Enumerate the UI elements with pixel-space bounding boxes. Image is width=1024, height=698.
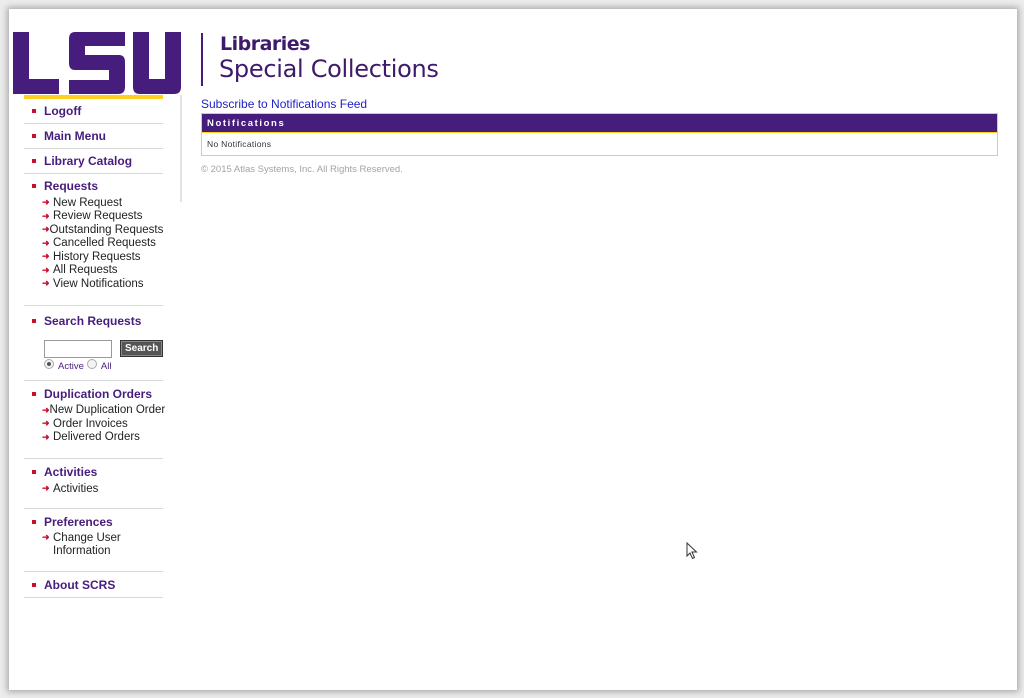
notifications-panel: Notifications No Notifications	[201, 113, 998, 156]
arrow-right-icon: ➜	[42, 531, 50, 542]
arrow-right-icon: ➜	[42, 264, 50, 275]
sub-item-label: Cancelled Requests	[53, 237, 156, 250]
sidebar-item-library-catalog[interactable]: Library Catalog	[24, 154, 163, 168]
search-button[interactable]: Search	[120, 340, 164, 357]
arrow-right-icon: ➜	[42, 431, 50, 442]
sidebar-section-duplication-orders: Duplication Orders ➜ New Duplication Orde…	[24, 381, 166, 459]
radio-active[interactable]	[44, 359, 54, 369]
sub-item-label: Change User Information	[53, 531, 121, 558]
arrow-right-icon: ➜	[42, 278, 50, 289]
sidebar-item-search-requests[interactable]: Search Requests	[24, 314, 163, 328]
sidebar-section-library-catalog: Library Catalog	[24, 149, 163, 174]
sidebar-section-about: About SCRS	[24, 572, 163, 598]
sidebar-item-about-scrs[interactable]: About SCRS	[24, 578, 163, 592]
sidebar-divider	[180, 95, 182, 202]
arrow-right-icon: ➜	[42, 251, 50, 262]
lsu-logo-mark	[13, 32, 181, 94]
logo-special-collections-text: Special Collections	[219, 55, 439, 83]
sidebar-item-label: About SCRS	[44, 577, 116, 592]
sub-item-label: Outstanding Requests	[49, 223, 164, 236]
sidebar-item-label: Activities	[44, 465, 98, 479]
bullet-icon	[32, 519, 36, 524]
sidebar-section-preferences: Preferences ➜ Change User Information	[24, 509, 163, 572]
logo-libraries-text: Libraries	[220, 33, 311, 55]
search-scope-radio-group: Active All	[44, 359, 163, 372]
arrow-right-icon: ➜	[42, 418, 50, 429]
sidebar-item-label: Logoff	[44, 104, 82, 118]
sidebar-nav: Logoff Main Menu Library Catalog Request…	[24, 95, 166, 598]
sub-item-label: New Duplication Order	[49, 404, 166, 417]
copyright-footer: © 2015 Atlas Systems, Inc. All Rights Re…	[201, 164, 403, 175]
sidebar-section-requests: Requests ➜ New Request ➜ Review Requests ➜…	[24, 174, 163, 306]
sub-item-label: History Requests	[53, 250, 141, 263]
radio-active-label: Active	[58, 360, 84, 372]
sidebar-subitem-activities[interactable]: ➜ Activities	[42, 482, 163, 496]
sidebar-subitem-new-request[interactable]: ➜ New Request	[42, 196, 163, 210]
search-requests-form: Search Active All	[24, 328, 164, 376]
bullet-icon	[32, 470, 36, 474]
radio-all-label: All	[100, 360, 112, 372]
main-content: Subscribe to Notifications Feed Notifica…	[201, 95, 998, 175]
sidebar-subitem-view-notifications[interactable]: ➜ View Notifications	[42, 277, 163, 291]
duplication-orders-sub-list: ➜ New Duplication Order ➜ Order Invoices ➜…	[24, 404, 166, 445]
sidebar-item-label: Search Requests	[44, 313, 142, 328]
sidebar-section-search-requests: Search Requests Search Active All	[24, 306, 164, 381]
notifications-empty-text: No Notifications	[207, 139, 272, 149]
sidebar-subitem-review-requests[interactable]: ➜ Review Requests	[42, 210, 163, 224]
sidebar-item-main-menu[interactable]: Main Menu	[24, 129, 163, 143]
sidebar-section-activities: Activities ➜ Activities	[24, 459, 163, 509]
arrow-right-icon: ➜	[42, 483, 50, 494]
sidebar-subitem-change-user-information[interactable]: ➜ Change User Information	[42, 532, 163, 559]
sub-item-label: View Notifications	[53, 277, 144, 290]
sidebar-item-label: Duplication Orders	[44, 386, 153, 401]
sidebar-section-logoff: Logoff	[24, 99, 163, 124]
notifications-header: Notifications	[202, 114, 997, 133]
search-requests-input[interactable]	[44, 339, 112, 358]
bullet-icon	[32, 159, 36, 163]
bullet-icon	[32, 134, 36, 138]
sidebar-item-logoff[interactable]: Logoff	[24, 104, 163, 118]
sidebar-subitem-delivered-orders[interactable]: ➜ Delivered Orders	[42, 431, 163, 445]
sidebar-item-duplication-orders[interactable]: Duplication Orders	[24, 387, 163, 401]
arrow-right-icon: ➜	[42, 197, 50, 208]
arrow-right-icon: ➜	[42, 224, 50, 235]
bullet-icon	[32, 582, 36, 587]
sidebar-item-preferences[interactable]: Preferences	[24, 515, 163, 529]
sub-item-label: Review Requests	[53, 210, 143, 223]
sidebar-item-label: Requests	[44, 179, 99, 193]
browser-page: Libraries Special Collections Logoff Mai…	[9, 9, 1017, 690]
radio-all[interactable]	[86, 359, 97, 369]
logo-divider	[201, 33, 203, 86]
sidebar-subitem-cancelled-requests[interactable]: ➜ Cancelled Requests	[42, 237, 163, 251]
sidebar-subitem-new-duplication-order[interactable]: ➜ New Duplication Order	[42, 404, 166, 418]
bullet-icon	[32, 391, 36, 396]
sidebar-item-label: Main Menu	[44, 129, 106, 143]
sidebar-item-label: Library Catalog	[44, 154, 133, 168]
activities-sub-list: ➜ Activities	[24, 482, 163, 496]
sub-item-label: Delivered Orders	[53, 431, 140, 444]
sidebar-item-activities[interactable]: Activities	[24, 465, 163, 479]
sidebar-subitem-history-requests[interactable]: ➜ History Requests	[42, 250, 163, 264]
sub-item-label: Order Invoices	[53, 417, 128, 430]
sidebar-section-main-menu: Main Menu	[24, 124, 163, 149]
sidebar-item-label: Preferences	[44, 514, 113, 529]
bullet-icon	[32, 109, 36, 113]
requests-sub-list: ➜ New Request ➜ Review Requests ➜ Outstandi…	[24, 196, 163, 291]
sub-item-label: All Requests	[53, 264, 118, 277]
subscribe-notifications-feed-link[interactable]: Subscribe to Notifications Feed	[201, 97, 367, 112]
arrow-right-icon: ➜	[42, 210, 50, 221]
bullet-icon	[32, 318, 36, 323]
sidebar-subitem-all-requests[interactable]: ➜ All Requests	[42, 264, 163, 278]
arrow-right-icon: ➜	[42, 404, 50, 415]
sidebar-item-requests[interactable]: Requests	[24, 179, 163, 193]
bullet-icon	[32, 184, 36, 188]
sub-item-label: New Request	[53, 196, 123, 209]
preferences-sub-list: ➜ Change User Information	[24, 532, 163, 559]
sidebar-subitem-order-invoices[interactable]: ➜ Order Invoices	[42, 417, 163, 431]
sidebar-subitem-outstanding-requests[interactable]: ➜ Outstanding Requests	[42, 223, 163, 237]
arrow-right-icon: ➜	[42, 237, 50, 248]
sub-item-label: Activities	[53, 482, 99, 495]
mouse-cursor-icon	[686, 542, 698, 560]
